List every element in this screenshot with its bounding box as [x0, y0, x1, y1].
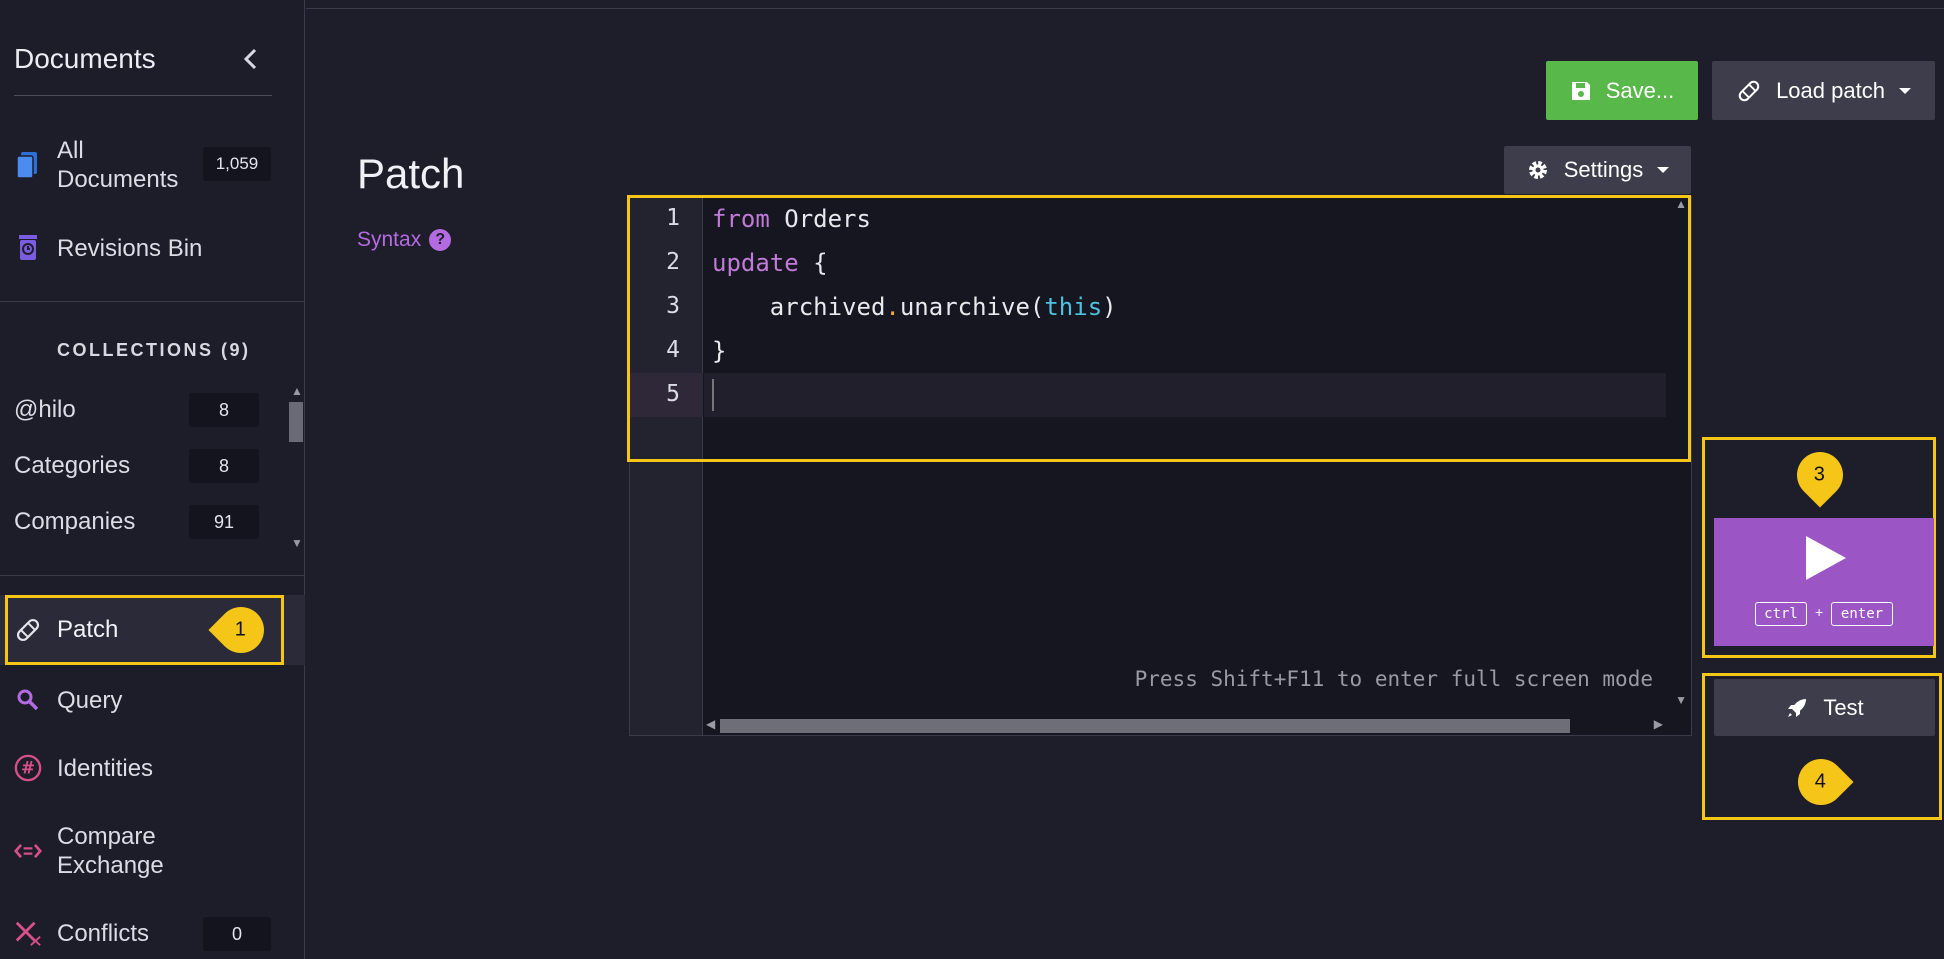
divider — [0, 301, 305, 302]
syntax-link[interactable]: Syntax ? — [357, 228, 452, 252]
collections-header: COLLECTIONS (9) — [57, 340, 251, 360]
settings-button[interactable]: Settings — [1504, 146, 1691, 194]
sidebar-item-query[interactable]: Query — [0, 684, 305, 718]
settings-label: Settings — [1563, 157, 1644, 182]
rocket-icon — [1788, 698, 1807, 717]
sidebar-item-compare-exchange[interactable]: Compare Exchange — [0, 821, 305, 881]
documents-title: Documents — [14, 43, 156, 74]
load-patch-button[interactable]: Load patch — [1712, 61, 1935, 120]
collapse-sidebar-button[interactable] — [238, 46, 264, 72]
kbd-ctrl: ctrl — [1755, 602, 1807, 626]
scroll-left-icon[interactable]: ◀ — [706, 717, 715, 731]
help-icon: ? — [429, 229, 452, 251]
documents-icon — [14, 151, 42, 179]
svg-text:#: # — [21, 758, 35, 778]
sidebar-item-conflicts[interactable]: Conflicts 0 — [0, 917, 305, 951]
floppy-disk-icon — [1571, 81, 1590, 100]
chevron-left-icon — [243, 48, 257, 70]
count-badge: 91 — [189, 505, 259, 539]
search-icon — [14, 686, 42, 714]
revisions-bin-icon — [14, 234, 42, 262]
collection-item-companies[interactable]: Companies 91 — [14, 503, 259, 543]
sidebar-item-label: Revisions Bin — [57, 235, 203, 262]
scroll-down-icon[interactable]: ▼ — [291, 536, 303, 550]
kbd-enter: enter — [1831, 602, 1893, 626]
kbd-plus: + — [1815, 604, 1824, 620]
sidebar-item-identities[interactable]: # Identities — [0, 752, 305, 786]
test-label: Test — [1823, 694, 1864, 720]
callout-number: 4 — [1815, 770, 1827, 793]
save-button-label: Save... — [1605, 77, 1675, 103]
conflicts-icon — [14, 919, 42, 947]
callout-number: 1 — [235, 618, 247, 641]
divider — [0, 575, 305, 576]
highlight-box — [627, 195, 1691, 462]
save-button[interactable]: Save... — [1546, 61, 1698, 120]
collection-item-hilo[interactable]: @hilo 8 — [14, 391, 259, 431]
scroll-up-icon[interactable]: ▲ — [291, 384, 303, 398]
collection-name: Categories — [14, 452, 131, 479]
sidebar-item-label: Identities — [57, 755, 154, 782]
callout-number: 3 — [1814, 463, 1826, 486]
sidebar-item-label: All Documents — [57, 137, 179, 193]
sidebar-item-label: Compare Exchange — [57, 823, 164, 879]
sidebar-item-label: Query — [57, 687, 123, 714]
run-patch-button[interactable]: ctrl + enter — [1714, 518, 1934, 646]
chevron-down-icon — [1657, 167, 1670, 173]
sidebar-item-revisions-bin[interactable]: Revisions Bin — [0, 232, 305, 266]
page-title: Patch — [357, 150, 465, 197]
count-badge: 8 — [189, 393, 259, 427]
chevron-down-icon — [1898, 87, 1911, 94]
play-icon — [1806, 536, 1846, 580]
collection-item-categories[interactable]: Categories 8 — [14, 447, 259, 487]
hash-icon: # — [14, 754, 42, 782]
sidebar-item-label: Conflicts — [57, 920, 150, 947]
count-badge: 0 — [203, 917, 271, 951]
editor-horizontal-scrollbar[interactable]: ◀ ▶ — [704, 717, 1691, 735]
syntax-link-label: Syntax — [357, 228, 422, 251]
compare-exchange-icon — [14, 837, 42, 865]
documents-header: Documents — [14, 40, 272, 96]
gear-icon — [1528, 161, 1547, 179]
scrollbar-thumb[interactable] — [720, 719, 1570, 733]
collection-name: Companies — [14, 508, 136, 535]
count-badge: 8 — [189, 449, 259, 483]
fullscreen-hint: Press Shift+F11 to enter full screen mod… — [1134, 667, 1653, 691]
top-border — [306, 0, 1944, 9]
scroll-right-icon[interactable]: ▶ — [1654, 717, 1663, 731]
test-button[interactable]: Test — [1714, 679, 1935, 736]
collection-name: @hilo — [14, 396, 76, 423]
count-badge: 1,059 — [203, 147, 271, 181]
collections-scrollbar[interactable]: ▲ ▼ — [287, 384, 305, 554]
scroll-down-icon[interactable]: ▼ — [1675, 693, 1687, 707]
load-patch-label: Load patch — [1776, 77, 1885, 103]
bandage-icon — [1738, 80, 1760, 101]
sidebar-item-all-documents[interactable]: All Documents 1,059 — [0, 135, 305, 195]
sidebar: Documents All Documents 1,059 Revisions … — [0, 0, 305, 959]
scrollbar-thumb[interactable] — [289, 402, 303, 442]
